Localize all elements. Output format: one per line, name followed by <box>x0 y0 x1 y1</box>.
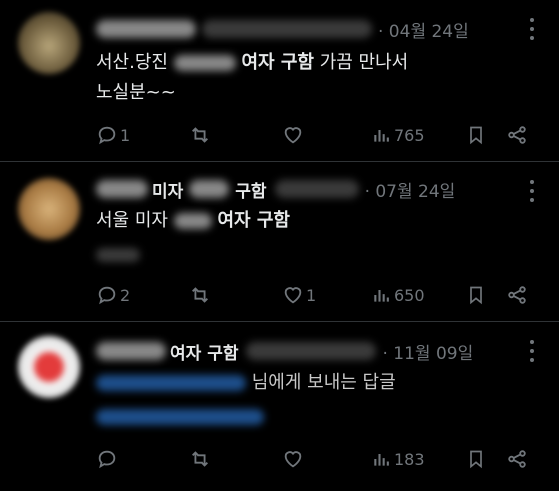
retweet-button[interactable] <box>188 122 212 148</box>
views-button[interactable]: 765 <box>372 122 425 148</box>
post-date[interactable]: · 04월 24일 <box>378 17 469 42</box>
reply-to-line-2 <box>96 402 539 432</box>
share-icon <box>508 450 526 468</box>
post-header: 여자 구함 · 11월 09일 <box>96 336 519 366</box>
retweet-icon <box>192 287 208 303</box>
more-options-icon[interactable] <box>529 340 535 362</box>
post-header: · 04월 24일 <box>96 14 519 44</box>
post-1[interactable]: · 04월 24일 서산.당진 여자 구함 가끔 만나서 노실분~~ 1 765 <box>0 0 559 162</box>
post-date[interactable]: · 07월 24일 <box>365 177 456 202</box>
post-text: 서산.당진 여자 구함 가끔 만나서 노실분~~ <box>96 48 539 108</box>
heart-icon <box>284 127 302 144</box>
view-count: 765 <box>394 125 425 145</box>
display-name-redacted[interactable] <box>96 342 166 360</box>
view-count: 183 <box>394 449 425 469</box>
bookmark-button[interactable] <box>466 122 486 148</box>
views-icon <box>374 290 389 302</box>
reply-count: 1 <box>120 125 131 145</box>
retweet-icon <box>192 127 208 143</box>
reply-to-line: 님에게 보내는 답글 <box>96 368 539 398</box>
bookmark-button[interactable] <box>466 282 486 308</box>
reply-button[interactable]: 2 <box>96 282 130 308</box>
reply-count: 2 <box>120 285 131 305</box>
redacted-text <box>96 248 140 262</box>
share-icon <box>508 286 526 304</box>
display-name-part-2[interactable]: 구함 <box>235 177 266 202</box>
post-header: 미자 구함 · 07월 24일 <box>96 174 519 204</box>
bookmark-button[interactable] <box>466 446 486 472</box>
post-text-line-1: 서산.당진 여자 구함 가끔 만나서 <box>96 52 409 73</box>
avatar[interactable] <box>18 12 80 74</box>
reply-button[interactable]: 1 <box>96 122 130 148</box>
reply-icon <box>98 126 116 145</box>
share-button[interactable] <box>506 282 528 308</box>
display-name[interactable] <box>96 20 196 38</box>
bookmark-icon <box>470 286 482 305</box>
username[interactable] <box>202 20 372 38</box>
redacted-text <box>189 180 230 198</box>
reply-icon <box>98 286 116 305</box>
heart-icon <box>284 287 302 304</box>
action-bar: 183 <box>96 446 539 472</box>
display-name-part[interactable]: 미자 <box>152 177 183 202</box>
bookmark-icon <box>470 450 482 469</box>
post-3[interactable]: 여자 구함 · 11월 09일 님에게 보내는 답글 183 <box>0 322 559 491</box>
views-icon <box>374 130 389 142</box>
mention-redacted[interactable] <box>96 409 264 425</box>
more-options-icon[interactable] <box>529 180 535 202</box>
display-name-redacted[interactable] <box>96 180 148 198</box>
post-2[interactable]: 미자 구함 · 07월 24일 서울 미자 여자 구함 2 1 650 <box>0 162 559 322</box>
mention-redacted[interactable] <box>96 375 246 391</box>
avatar[interactable] <box>18 178 80 240</box>
share-icon <box>508 126 526 144</box>
retweet-button[interactable] <box>188 446 212 472</box>
action-bar: 1 765 <box>96 122 539 148</box>
retweet-button[interactable] <box>188 282 212 308</box>
view-count: 650 <box>394 285 425 305</box>
post-text-line-1: 서울 미자 여자 구함 <box>96 210 290 231</box>
post-text-line-2 <box>96 240 539 270</box>
username[interactable] <box>246 342 377 360</box>
share-button[interactable] <box>506 122 528 148</box>
avatar[interactable] <box>18 336 80 398</box>
redacted-text <box>173 213 212 229</box>
views-button[interactable]: 650 <box>372 282 425 308</box>
heart-icon <box>284 451 302 468</box>
bookmark-icon <box>470 126 482 145</box>
post-date[interactable]: · 11월 09일 <box>382 339 473 364</box>
reply-button[interactable] <box>96 446 118 472</box>
views-icon <box>374 454 389 466</box>
like-button[interactable] <box>282 122 304 148</box>
reply-to-text: 님에게 보내는 답글 <box>251 372 396 393</box>
share-button[interactable] <box>506 446 528 472</box>
retweet-icon <box>192 451 208 467</box>
action-bar: 2 1 650 <box>96 282 539 308</box>
views-button[interactable]: 183 <box>372 446 425 472</box>
like-button[interactable]: 1 <box>282 282 316 308</box>
post-text: 서울 미자 여자 구함 <box>96 206 539 270</box>
reply-icon <box>98 450 116 469</box>
post-text-line-2: 노실분~~ <box>96 82 176 103</box>
redacted-text <box>173 55 236 71</box>
username[interactable] <box>274 180 359 198</box>
reply-context: 님에게 보내는 답글 <box>96 368 539 432</box>
display-name-part[interactable]: 여자 구함 <box>170 339 238 364</box>
like-count: 1 <box>306 285 317 305</box>
more-options-icon[interactable] <box>529 18 535 40</box>
like-button[interactable] <box>282 446 304 472</box>
